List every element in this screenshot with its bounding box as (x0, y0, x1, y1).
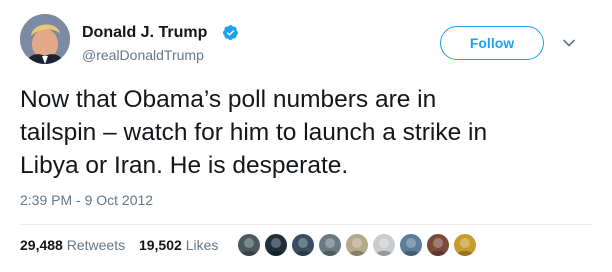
author-handle[interactable]: @realDonaldTrump (82, 47, 204, 63)
liker-avatar[interactable] (372, 233, 396, 257)
retweets-count: 29,488 (20, 237, 63, 253)
liker-avatar[interactable] (237, 233, 261, 257)
tweet-card: Donald J. Trump @realDonaldTrump Follow … (0, 0, 612, 272)
retweets-label: Retweets (66, 237, 126, 253)
liker-avatar[interactable] (399, 233, 423, 257)
author-name[interactable]: Donald J. Trump (82, 24, 207, 42)
tweet-timestamp[interactable]: 2:39 PM - 9 Oct 2012 (20, 192, 153, 208)
engagement-stats: 29,488 Retweets 19,502 Likes (20, 237, 228, 253)
likes-stat[interactable]: 19,502 Likes (139, 237, 218, 253)
tweet-text-line: tailspin – watch for him to launch a str… (20, 119, 488, 146)
liker-avatar[interactable] (264, 233, 288, 257)
likes-count: 19,502 (138, 237, 182, 253)
avatar[interactable] (20, 14, 70, 64)
liker-avatar[interactable] (291, 233, 315, 257)
divider (20, 224, 592, 225)
tweet-text: Now that Obama’s poll numbers are in tai… (20, 83, 595, 182)
avatar-image (20, 14, 70, 64)
verified-badge-icon (223, 25, 238, 40)
liker-avatar[interactable] (453, 233, 477, 257)
liker-avatar[interactable] (318, 233, 342, 257)
retweets-stat[interactable]: 29,488 Retweets (20, 237, 125, 253)
tweet-text-line: Libya or Iran. He is desperate. (20, 152, 349, 179)
tweet-text-line: Now that Obama’s poll numbers are in (20, 86, 437, 113)
chevron-down-icon[interactable] (562, 36, 576, 50)
liker-avatar[interactable] (426, 233, 450, 257)
follow-button[interactable]: Follow (440, 26, 544, 60)
liker-avatar[interactable] (345, 233, 369, 257)
likes-label: Likes (185, 237, 219, 253)
